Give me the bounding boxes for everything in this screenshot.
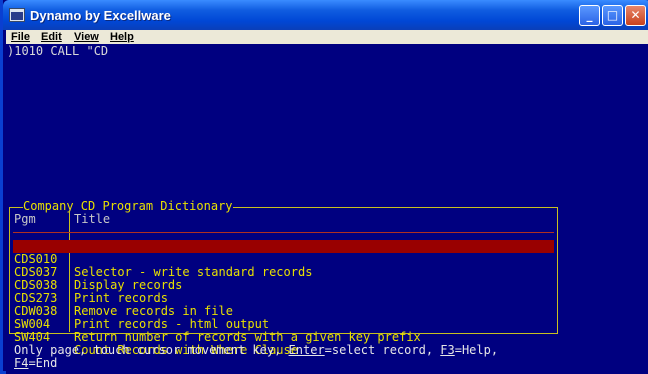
column-header-title: Title [74, 212, 111, 226]
menu-edit[interactable]: Edit [41, 30, 62, 44]
list-item[interactable]: CDS037 Display records [13, 253, 554, 292]
menu-bar: File Edit View Help [6, 30, 648, 44]
minimize-button[interactable]: _ [579, 5, 600, 26]
menu-help[interactable]: Help [110, 30, 134, 44]
menu-view[interactable]: View [74, 30, 99, 44]
list-item[interactable]: CDS038 Print records [13, 266, 554, 305]
list-item[interactable]: SW004 Return number of records with a gi… [13, 305, 554, 344]
header-divider [13, 232, 554, 233]
f3-key-hint[interactable]: F3 [440, 343, 454, 357]
terminal-screen[interactable]: )1010 CALL "CD Company CD Program Dictio… [6, 44, 648, 374]
list-item[interactable]: SW404 Count Records with Where Clause [13, 318, 554, 357]
list-item[interactable]: CDS273 Remove records in file [13, 279, 554, 318]
menu-file[interactable]: File [11, 30, 30, 44]
close-button[interactable]: ✕ [625, 5, 646, 26]
help-text: =select record, [324, 343, 441, 357]
app-icon[interactable] [9, 8, 25, 22]
title-bar[interactable]: Dynamo by Excellware _ □ ✕ [3, 0, 648, 30]
f4-key-hint[interactable]: F4 [14, 356, 28, 370]
console-line: )1010 CALL "CD [7, 44, 109, 58]
list-item[interactable]: CDW038 Print records - html output [13, 292, 554, 331]
list-item-selected[interactable]: CDS010 Selector - write standard records [13, 240, 554, 279]
enter-key-hint[interactable]: Enter [289, 343, 325, 357]
window-title: Dynamo by Excellware [30, 8, 171, 23]
help-text: =End [28, 356, 58, 370]
program-dictionary-panel: Company CD Program Dictionary Pgm Title … [9, 200, 558, 357]
maximize-button[interactable]: □ [602, 5, 623, 26]
panel-title: Company CD Program Dictionary [23, 199, 233, 213]
help-text: =Help, [454, 343, 499, 357]
help-text: Only page, touch cursor movement key, [14, 343, 289, 357]
status-help-line: Only page, touch cursor movement key, En… [14, 344, 498, 370]
column-header-pgm: Pgm [14, 212, 36, 226]
app-window: Dynamo by Excellware _ □ ✕ File Edit Vie… [0, 0, 648, 374]
